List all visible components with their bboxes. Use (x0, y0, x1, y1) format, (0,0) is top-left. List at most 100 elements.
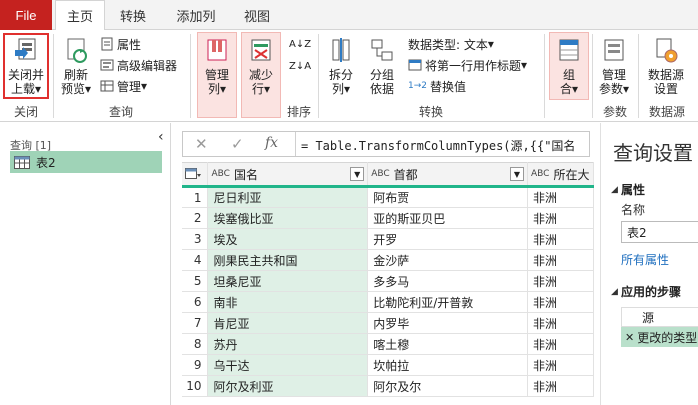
manage-button[interactable]: 管理 ▾ (100, 76, 147, 96)
manage-table-icon (100, 80, 114, 92)
cell[interactable]: 非洲 (527, 249, 594, 271)
cell[interactable]: 肯尼亚 (207, 312, 369, 334)
cell[interactable]: 喀土穆 (367, 333, 528, 355)
close-load-button[interactable]: 关闭并 上载▾ (5, 36, 47, 96)
combine-button[interactable]: 组 合▾ (550, 36, 588, 96)
cell[interactable]: 南非 (207, 291, 369, 313)
manage-parameters-button[interactable]: 管理 参数▾ (596, 36, 632, 96)
refresh-label-2: 预览 (60, 82, 85, 96)
tab-add-column[interactable]: 添加列 (166, 0, 226, 30)
replace-values-button[interactable]: 1→2 替换值 (408, 76, 466, 96)
column-header-label: 所在大 (553, 167, 590, 182)
cell[interactable]: 非洲 (527, 228, 594, 250)
split-column-label-1: 拆分 (328, 68, 353, 82)
reduce-rows-button[interactable]: 减少 行▾ (242, 36, 280, 96)
advanced-editor-label: 高级编辑器 (117, 58, 178, 73)
cell[interactable]: 刚果民主共和国 (207, 249, 369, 271)
applied-step-changed-type[interactable]: ✕ 更改的类型 (621, 327, 698, 347)
text-type-icon[interactable]: ABC (531, 169, 549, 179)
fx-icon[interactable]: fx (265, 135, 278, 151)
table-menu-button[interactable] (182, 162, 209, 188)
combine-icon (559, 39, 579, 61)
cell[interactable]: 埃及 (207, 228, 369, 250)
all-properties-link[interactable]: 所有属性 (621, 251, 669, 268)
row-number: 10 (182, 375, 209, 397)
cell[interactable]: 苏丹 (207, 333, 369, 355)
sort-ascending-button[interactable]: A↓Z (289, 34, 311, 54)
table-row: 9 乌干达 坎帕拉 非洲 (182, 354, 594, 376)
collapse-pane-button[interactable]: ‹ (158, 129, 164, 145)
chevron-down-icon: ▾ (487, 37, 494, 51)
manage-columns-button[interactable]: 管理 列▾ (198, 36, 236, 96)
cancel-icon[interactable]: ✕ (195, 135, 208, 153)
cell[interactable]: 亚的斯亚贝巴 (367, 207, 528, 229)
properties-button[interactable]: 属性 (100, 34, 141, 54)
cell[interactable]: 阿布贾 (367, 186, 528, 208)
cell[interactable]: 尼日利亚 (207, 186, 369, 208)
tab-home[interactable]: 主页 (55, 0, 105, 31)
cell[interactable]: 阿尔及利亚 (207, 375, 369, 397)
cell[interactable]: 非洲 (527, 186, 594, 208)
data-source-settings-button[interactable]: 数据源 设置 (643, 36, 689, 96)
refresh-preview-button[interactable]: 刷新 预览▾ (56, 36, 96, 96)
query-item-table2[interactable]: 表2 (10, 151, 162, 173)
use-first-row-headers-button[interactable]: 将第一行用作标题 ▾ (408, 55, 527, 75)
filter-dropdown-icon[interactable]: ▼ (509, 167, 524, 181)
cell[interactable]: 坎帕拉 (367, 354, 528, 376)
cell[interactable]: 多多马 (367, 270, 528, 292)
query-name-input[interactable]: 表2 (621, 221, 698, 243)
chevron-down-icon: ▾ (84, 82, 92, 96)
cell[interactable]: 比勒陀利亚/开普敦 (367, 291, 528, 313)
cell[interactable]: 开罗 (367, 228, 528, 250)
group-by-label-1: 分组 (369, 68, 394, 82)
delete-step-icon[interactable]: ✕ (625, 331, 634, 344)
table-row: 1 尼日利亚 阿布贾 非洲 (182, 186, 594, 208)
group-label-query: 查询 (108, 105, 133, 119)
row-number: 2 (182, 207, 209, 229)
advanced-editor-button[interactable]: 高级编辑器 (100, 55, 177, 75)
group-label-params: 参数 (602, 105, 627, 119)
data-type-dropdown[interactable]: 数据类型: 文本 ▾ (408, 34, 494, 54)
cell[interactable]: 非洲 (527, 270, 594, 292)
collapse-triangle-icon[interactable]: ◢ (611, 287, 618, 297)
cell[interactable]: 非洲 (527, 312, 594, 334)
text-type-icon[interactable]: ABC (371, 169, 389, 179)
formula-input[interactable]: = Table.TransformColumnTypes(源,{{"国名 (301, 137, 587, 154)
row-number: 4 (182, 249, 209, 271)
cell[interactable]: 埃塞俄比亚 (207, 207, 369, 229)
column-header-country[interactable]: ABC 国名 ▼ (207, 162, 369, 188)
cell[interactable]: 金沙萨 (367, 249, 528, 271)
collapse-triangle-icon[interactable]: ◢ (611, 185, 618, 195)
ribbon: 关闭并 上载▾ 刷新 预览▾ 属性 高级编辑器 管理 ▾ 查询 关闭 管理 列▾… (0, 30, 698, 122)
sort-descending-button[interactable]: Z↓A (289, 56, 311, 76)
cell[interactable]: 阿尔及尔 (367, 375, 528, 397)
column-header-capital[interactable]: ABC 首都 ▼ (367, 162, 528, 188)
cell[interactable]: 非洲 (527, 375, 594, 397)
tab-transform[interactable]: 转换 (108, 0, 158, 30)
text-type-icon[interactable]: ABC (211, 169, 229, 179)
cell[interactable]: 非洲 (527, 354, 594, 376)
cell[interactable]: 非洲 (527, 333, 594, 355)
divider (53, 34, 54, 118)
table-menu-icon (185, 168, 201, 179)
group-label-transform: 转换 (418, 105, 443, 119)
cell[interactable]: 坦桑尼亚 (207, 270, 369, 292)
group-by-button[interactable]: 分组 依据 (364, 36, 400, 96)
table-row: 5 坦桑尼亚 多多马 非洲 (182, 270, 594, 292)
cell[interactable]: 非洲 (527, 291, 594, 313)
query-item-label: 表2 (36, 155, 56, 170)
column-header-continent[interactable]: ABC 所在大 (527, 162, 594, 188)
applied-step-source[interactable]: 源 (621, 307, 698, 327)
cell[interactable]: 非洲 (527, 207, 594, 229)
divider (592, 34, 593, 118)
split-column-button[interactable]: 拆分 列▾ (323, 36, 359, 96)
filter-dropdown-icon[interactable]: ▼ (350, 167, 365, 181)
file-tab[interactable]: File (0, 0, 52, 30)
cell[interactable]: 内罗毕 (367, 312, 528, 334)
cell[interactable]: 乌干达 (207, 354, 369, 376)
chevron-down-icon: ▾ (141, 79, 148, 93)
tab-view[interactable]: 视图 (234, 0, 280, 30)
data-source-settings-label-1: 数据源 (647, 68, 684, 82)
step-label: 更改的类型 (637, 330, 698, 345)
confirm-icon[interactable]: ✓ (231, 135, 244, 153)
